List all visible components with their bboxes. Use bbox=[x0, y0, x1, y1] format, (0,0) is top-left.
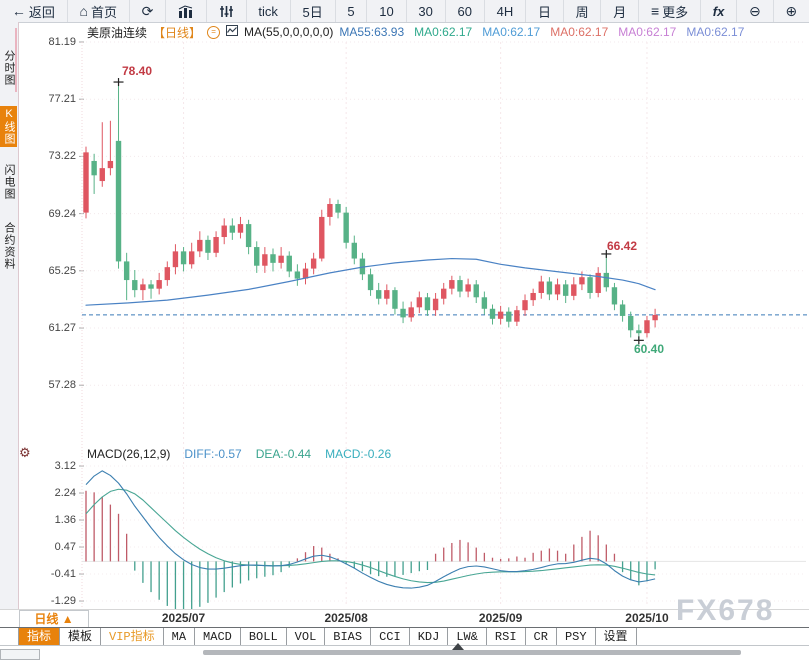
tab-template[interactable]: 模板 bbox=[60, 628, 101, 645]
price-tick-label: 61.27 bbox=[18, 322, 76, 334]
period-selector-button[interactable]: 日线 ▲ bbox=[19, 610, 89, 628]
ma-value-1: MA0:62.17 bbox=[414, 25, 472, 39]
price-tick-label: 77.21 bbox=[18, 93, 76, 105]
chart-app-window: ←返回⌂首页⟳tick5日51030604H日周月≡更多fx⊖⊕ 分时图K线图闪… bbox=[0, 0, 809, 660]
macd-parameters: MACD(26,12,9) bbox=[87, 447, 170, 461]
macd-value-0: DIFF:-0.57 bbox=[184, 447, 241, 461]
tab-settings[interactable]: 设置 bbox=[596, 628, 637, 645]
macd-panel-header: MACD(26,12,9) DIFF:-0.57 DEA:-0.44 MACD:-0… bbox=[87, 447, 391, 461]
price-tick-label: 81.19 bbox=[18, 36, 76, 48]
price-annotation: 60.40 bbox=[634, 342, 664, 356]
tab-vip-indicator[interactable]: VIP指标 bbox=[101, 628, 164, 645]
indicator-chart-icon[interactable] bbox=[226, 25, 238, 39]
macd-value-2: MACD:-0.26 bbox=[325, 447, 391, 461]
symbol-title: 美原油连续 bbox=[87, 24, 147, 41]
tab-boll[interactable]: BOLL bbox=[241, 628, 287, 645]
ma-value-5: MA0:62.17 bbox=[686, 25, 744, 39]
scrollbar-handle-icon[interactable] bbox=[452, 643, 464, 650]
x-axis-label: 2025/08 bbox=[324, 611, 367, 625]
macd-tick-label: -1.29 bbox=[18, 595, 76, 607]
tab-psy[interactable]: PSY bbox=[557, 628, 596, 645]
ma-value-labels: MA55:63.93 MA0:62.17 MA0:62.17 MA0:62.17 MA0… bbox=[339, 25, 744, 39]
tab-rsi[interactable]: RSI bbox=[487, 628, 526, 645]
macd-value-1: DEA:-0.44 bbox=[256, 447, 311, 461]
ma-value-2: MA0:62.17 bbox=[482, 25, 540, 39]
tab-kdj[interactable]: KDJ bbox=[410, 628, 449, 645]
price-annotation: 78.40 bbox=[122, 64, 152, 78]
x-axis-label: 2025/07 bbox=[162, 611, 205, 625]
ma-value-4: MA0:62.17 bbox=[618, 25, 676, 39]
indicator-settings-icon[interactable]: ⚙ bbox=[19, 446, 31, 459]
price-tick-label: 65.25 bbox=[18, 265, 76, 277]
x-axis-label: 2025/10 bbox=[625, 611, 668, 625]
macd-value-labels: DIFF:-0.57 DEA:-0.44 MACD:-0.26 bbox=[184, 447, 391, 461]
bottom-left-partial-box bbox=[0, 649, 40, 660]
chart-canvas[interactable] bbox=[0, 0, 809, 660]
price-tick-label: 69.24 bbox=[18, 208, 76, 220]
price-tick-label: 57.28 bbox=[18, 379, 76, 391]
macd-tick-label: 0.47 bbox=[18, 541, 76, 553]
tab-vol[interactable]: VOL bbox=[287, 628, 326, 645]
tab-cci[interactable]: CCI bbox=[371, 628, 410, 645]
indicator-tabs-row: 指标模板VIP指标MAMACDBOLLVOLBIASCCIKDJLW&RSICR… bbox=[0, 627, 809, 646]
ma-value-3: MA0:62.17 bbox=[550, 25, 608, 39]
tab-macd[interactable]: MACD bbox=[195, 628, 241, 645]
macd-tick-label: 3.12 bbox=[18, 460, 76, 472]
period-tag: 【日线】 bbox=[153, 24, 201, 41]
visibility-toggle-icon[interactable]: = bbox=[207, 26, 220, 39]
macd-tick-label: 2.24 bbox=[18, 487, 76, 499]
tab-indicator[interactable]: 指标 bbox=[18, 628, 60, 645]
macd-tick-label: -0.41 bbox=[18, 568, 76, 580]
ma-value-0: MA55:63.93 bbox=[339, 25, 404, 39]
price-annotation: 66.42 bbox=[607, 239, 637, 253]
price-panel-header: 美原油连续 【日线】 = MA(55,0,0,0,0,0) MA55:63.93… bbox=[87, 25, 744, 39]
fx678-watermark: FX678 bbox=[676, 594, 774, 628]
macd-tick-label: 1.36 bbox=[18, 514, 76, 526]
tab-cr[interactable]: CR bbox=[526, 628, 557, 645]
tab-ma[interactable]: MA bbox=[164, 628, 195, 645]
x-axis-label: 2025/09 bbox=[479, 611, 522, 625]
tab-bias[interactable]: BIAS bbox=[325, 628, 371, 645]
price-tick-label: 73.22 bbox=[18, 150, 76, 162]
ma-parameters: MA(55,0,0,0,0,0) bbox=[244, 25, 333, 39]
horizontal-scrollbar[interactable] bbox=[203, 650, 741, 655]
